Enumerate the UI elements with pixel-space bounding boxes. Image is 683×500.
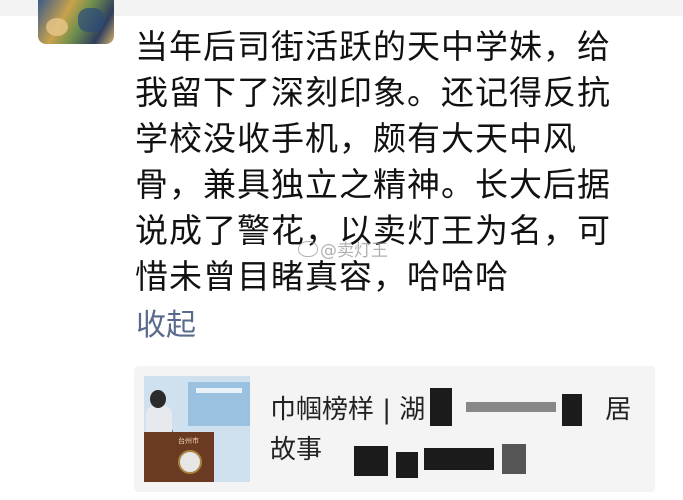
redaction-block [502, 444, 526, 474]
speaker-head [150, 390, 166, 408]
redaction-mask [324, 436, 524, 444]
post-line: 惜未曾目睹真容，哈哈哈 [135, 257, 509, 296]
article-title-start: 巾帼榜样 | 湖 [270, 395, 426, 425]
watermark-text: @卖灯王 [320, 241, 388, 261]
thumbnail-screen-text [196, 388, 242, 393]
police-emblem-icon [178, 450, 202, 474]
weibo-watermark: @卖灯王 [298, 236, 388, 261]
redaction-block [562, 394, 582, 426]
article-thumbnail: 台州市 [144, 376, 250, 482]
redaction-block [466, 402, 556, 412]
avatar-art-shape [46, 18, 68, 36]
collapse-button[interactable]: 收起 [136, 300, 196, 344]
post-body-text: 当年后司街活跃的天中学妹，给 我留下了深刻印象。还记得反抗 学校没收手机，颇有大… [135, 24, 655, 300]
avatar-art-shape [78, 8, 104, 32]
post-line: 骨，兼具独立之精神。长大后据 [135, 165, 611, 204]
post-line: 学校没收手机，颇有大天中风 [135, 119, 577, 158]
redaction-block [354, 446, 388, 476]
weibo-icon [298, 240, 318, 257]
redaction-block [430, 388, 452, 426]
post-line: 我留下了深刻印象。还记得反抗 [135, 73, 611, 112]
article-title-tail: 居 [605, 395, 632, 425]
shared-article-card[interactable]: 台州市 巾帼榜样 | 湖居 故事 [134, 366, 655, 492]
redaction-block [396, 452, 418, 478]
podium-label: 台州市 [178, 437, 199, 445]
post-line: 说成了警花，以卖灯王为名，可 [135, 211, 611, 250]
redaction-block [424, 448, 494, 470]
post-line: 当年后司街活跃的天中学妹，给 [135, 27, 611, 66]
user-avatar[interactable] [38, 0, 114, 44]
